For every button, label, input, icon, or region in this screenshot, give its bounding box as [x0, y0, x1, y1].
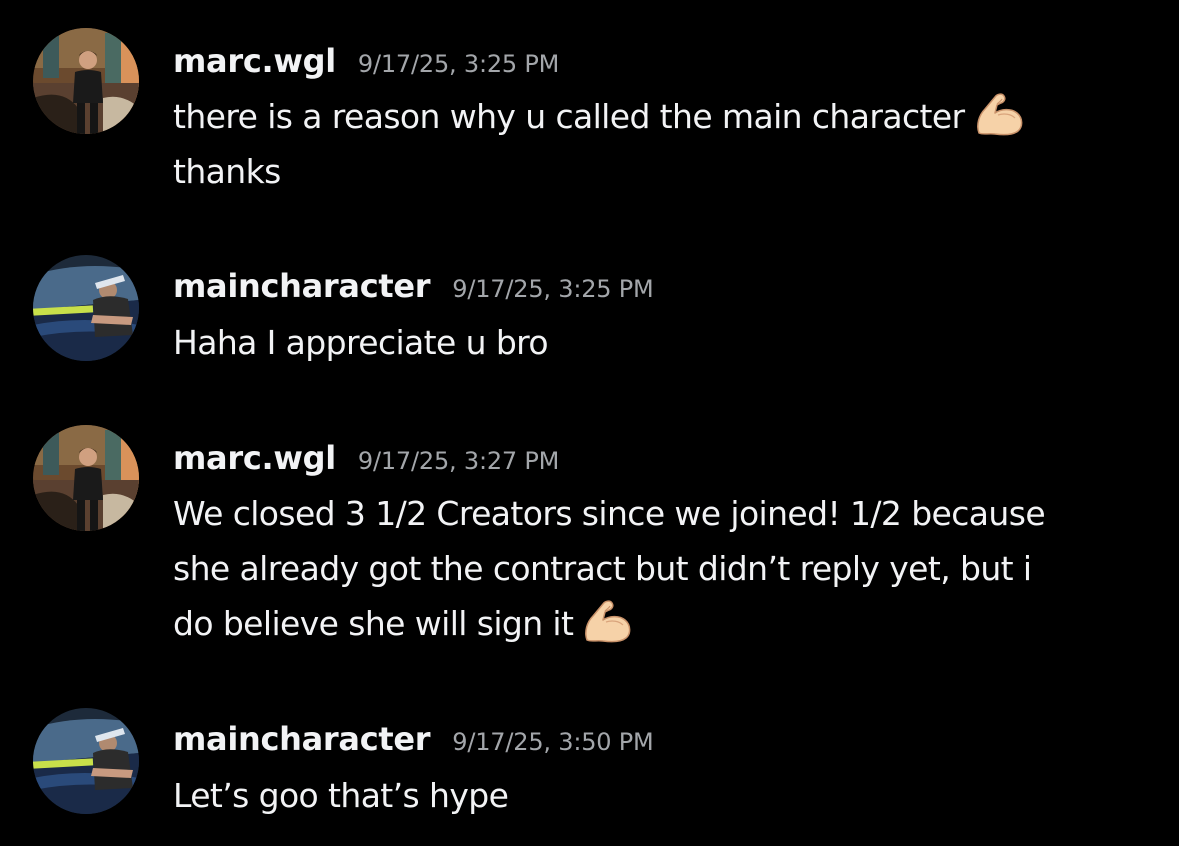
username[interactable]: maincharacter [173, 267, 431, 305]
maincharacter-avatar[interactable] [33, 255, 139, 361]
marc-avatar[interactable] [33, 28, 139, 134]
timestamp: 9/17/25, 3:50 PM [452, 728, 654, 756]
message-line: there is a reason why u called the main … [173, 89, 1153, 144]
message-header: maincharacter 9/17/25, 3:50 PM [173, 723, 654, 755]
timestamp: 9/17/25, 3:25 PM [357, 50, 560, 78]
maincharacter-avatar[interactable] [33, 708, 139, 814]
message-line: Haha I appreciate u bro [173, 323, 549, 362]
message-line: thanks [173, 152, 281, 191]
username[interactable]: maincharacter [173, 720, 431, 758]
flexed-biceps-icon [581, 598, 633, 644]
message-content: there is a reason why u called the main … [173, 89, 1153, 199]
timestamp: 9/17/25, 3:25 PM [452, 275, 654, 303]
message-line: Let’s goo that’s hype [173, 776, 509, 815]
message-header: maincharacter 9/17/25, 3:25 PM [173, 270, 654, 302]
message-content: We closed 3 1/2 Creators since we joined… [173, 486, 1153, 651]
message-header: marc.wgl 9/17/25, 3:25 PM [173, 45, 559, 77]
message-line: do believe she will sign it [173, 596, 1153, 651]
message-header: marc.wgl 9/17/25, 3:27 PM [173, 442, 559, 474]
message-content: Let’s goo that’s hype [173, 768, 1153, 823]
message-line: she already got the contract but didn’t … [173, 549, 1032, 588]
username[interactable]: marc.wgl [173, 42, 336, 80]
message-line: We closed 3 1/2 Creators since we joined… [173, 494, 1046, 533]
message-content: Haha I appreciate u bro [173, 315, 1153, 370]
timestamp: 9/17/25, 3:27 PM [357, 447, 560, 475]
username[interactable]: marc.wgl [173, 439, 336, 477]
marc-avatar[interactable] [33, 425, 139, 531]
flexed-biceps-icon [973, 91, 1025, 137]
